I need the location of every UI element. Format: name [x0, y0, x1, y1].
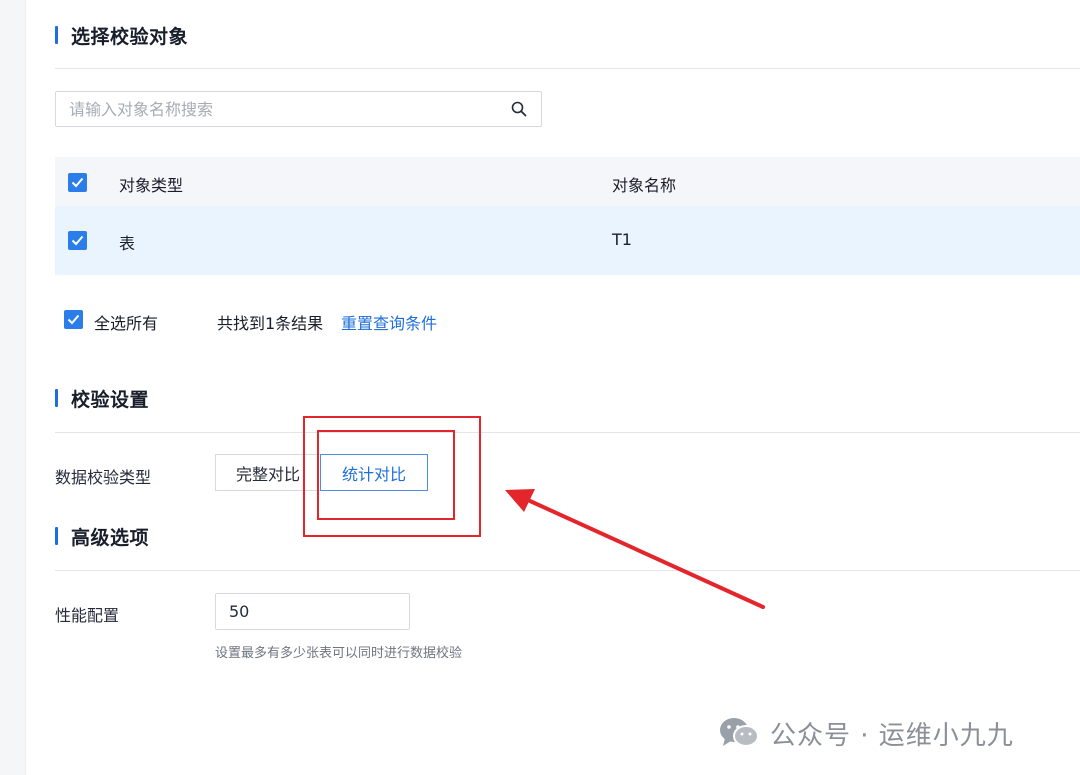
full-compare-button[interactable]: 完整对比	[215, 454, 321, 491]
section-accent-bar	[55, 389, 58, 407]
check-icon	[67, 314, 80, 325]
verify-type-label: 数据校验类型	[55, 468, 152, 487]
search-box[interactable]	[55, 91, 542, 127]
performance-field[interactable]	[215, 593, 410, 630]
left-rail	[0, 0, 26, 775]
section-title-text: 选择校验对象	[71, 25, 189, 48]
divider	[55, 570, 1080, 571]
section-title-text: 校验设置	[71, 388, 150, 411]
section-title-verify-settings: 校验设置	[55, 387, 150, 411]
objects-table: 对象类型 对象名称 表 T1	[55, 157, 1080, 275]
row-type-cell: 表	[119, 234, 136, 253]
divider	[55, 432, 1080, 433]
section-accent-bar	[55, 527, 58, 545]
section-title-text: 高级选项	[71, 526, 150, 549]
search-icon[interactable]	[511, 101, 527, 117]
performance-input[interactable]	[216, 594, 409, 629]
column-header-type: 对象类型	[119, 176, 184, 195]
table-header: 对象类型 对象名称	[55, 157, 1080, 206]
watermark: 公众号 · 运维小九九	[718, 713, 1014, 753]
divider	[55, 68, 1080, 69]
selection-summary: 全选所有 共找到1条结果 重置查询条件	[64, 310, 664, 333]
section-title-advanced: 高级选项	[55, 525, 150, 549]
table-row[interactable]: 表 T1	[55, 206, 1080, 275]
reset-query-link[interactable]: 重置查询条件	[341, 310, 437, 334]
check-icon	[71, 177, 84, 188]
select-all-label[interactable]: 全选所有	[94, 310, 158, 334]
wechat-icon	[720, 718, 759, 747]
row-name-cell: T1	[612, 230, 632, 249]
result-count-text: 共找到1条结果	[217, 314, 324, 333]
header-checkbox[interactable]	[68, 173, 87, 192]
watermark-text: 公众号 · 运维小九九	[770, 720, 1014, 751]
section-accent-bar	[55, 26, 58, 44]
section-title-select-objects: 选择校验对象	[55, 24, 189, 48]
performance-hint: 设置最多有多少张表可以同时进行数据校验	[215, 646, 463, 661]
stats-compare-button[interactable]: 统计对比	[320, 454, 428, 491]
select-all-checkbox[interactable]	[64, 310, 83, 329]
column-header-name: 对象名称	[612, 176, 677, 195]
check-icon	[71, 235, 84, 246]
row-checkbox[interactable]	[68, 231, 87, 250]
search-input[interactable]	[56, 92, 509, 126]
performance-label: 性能配置	[55, 606, 120, 625]
